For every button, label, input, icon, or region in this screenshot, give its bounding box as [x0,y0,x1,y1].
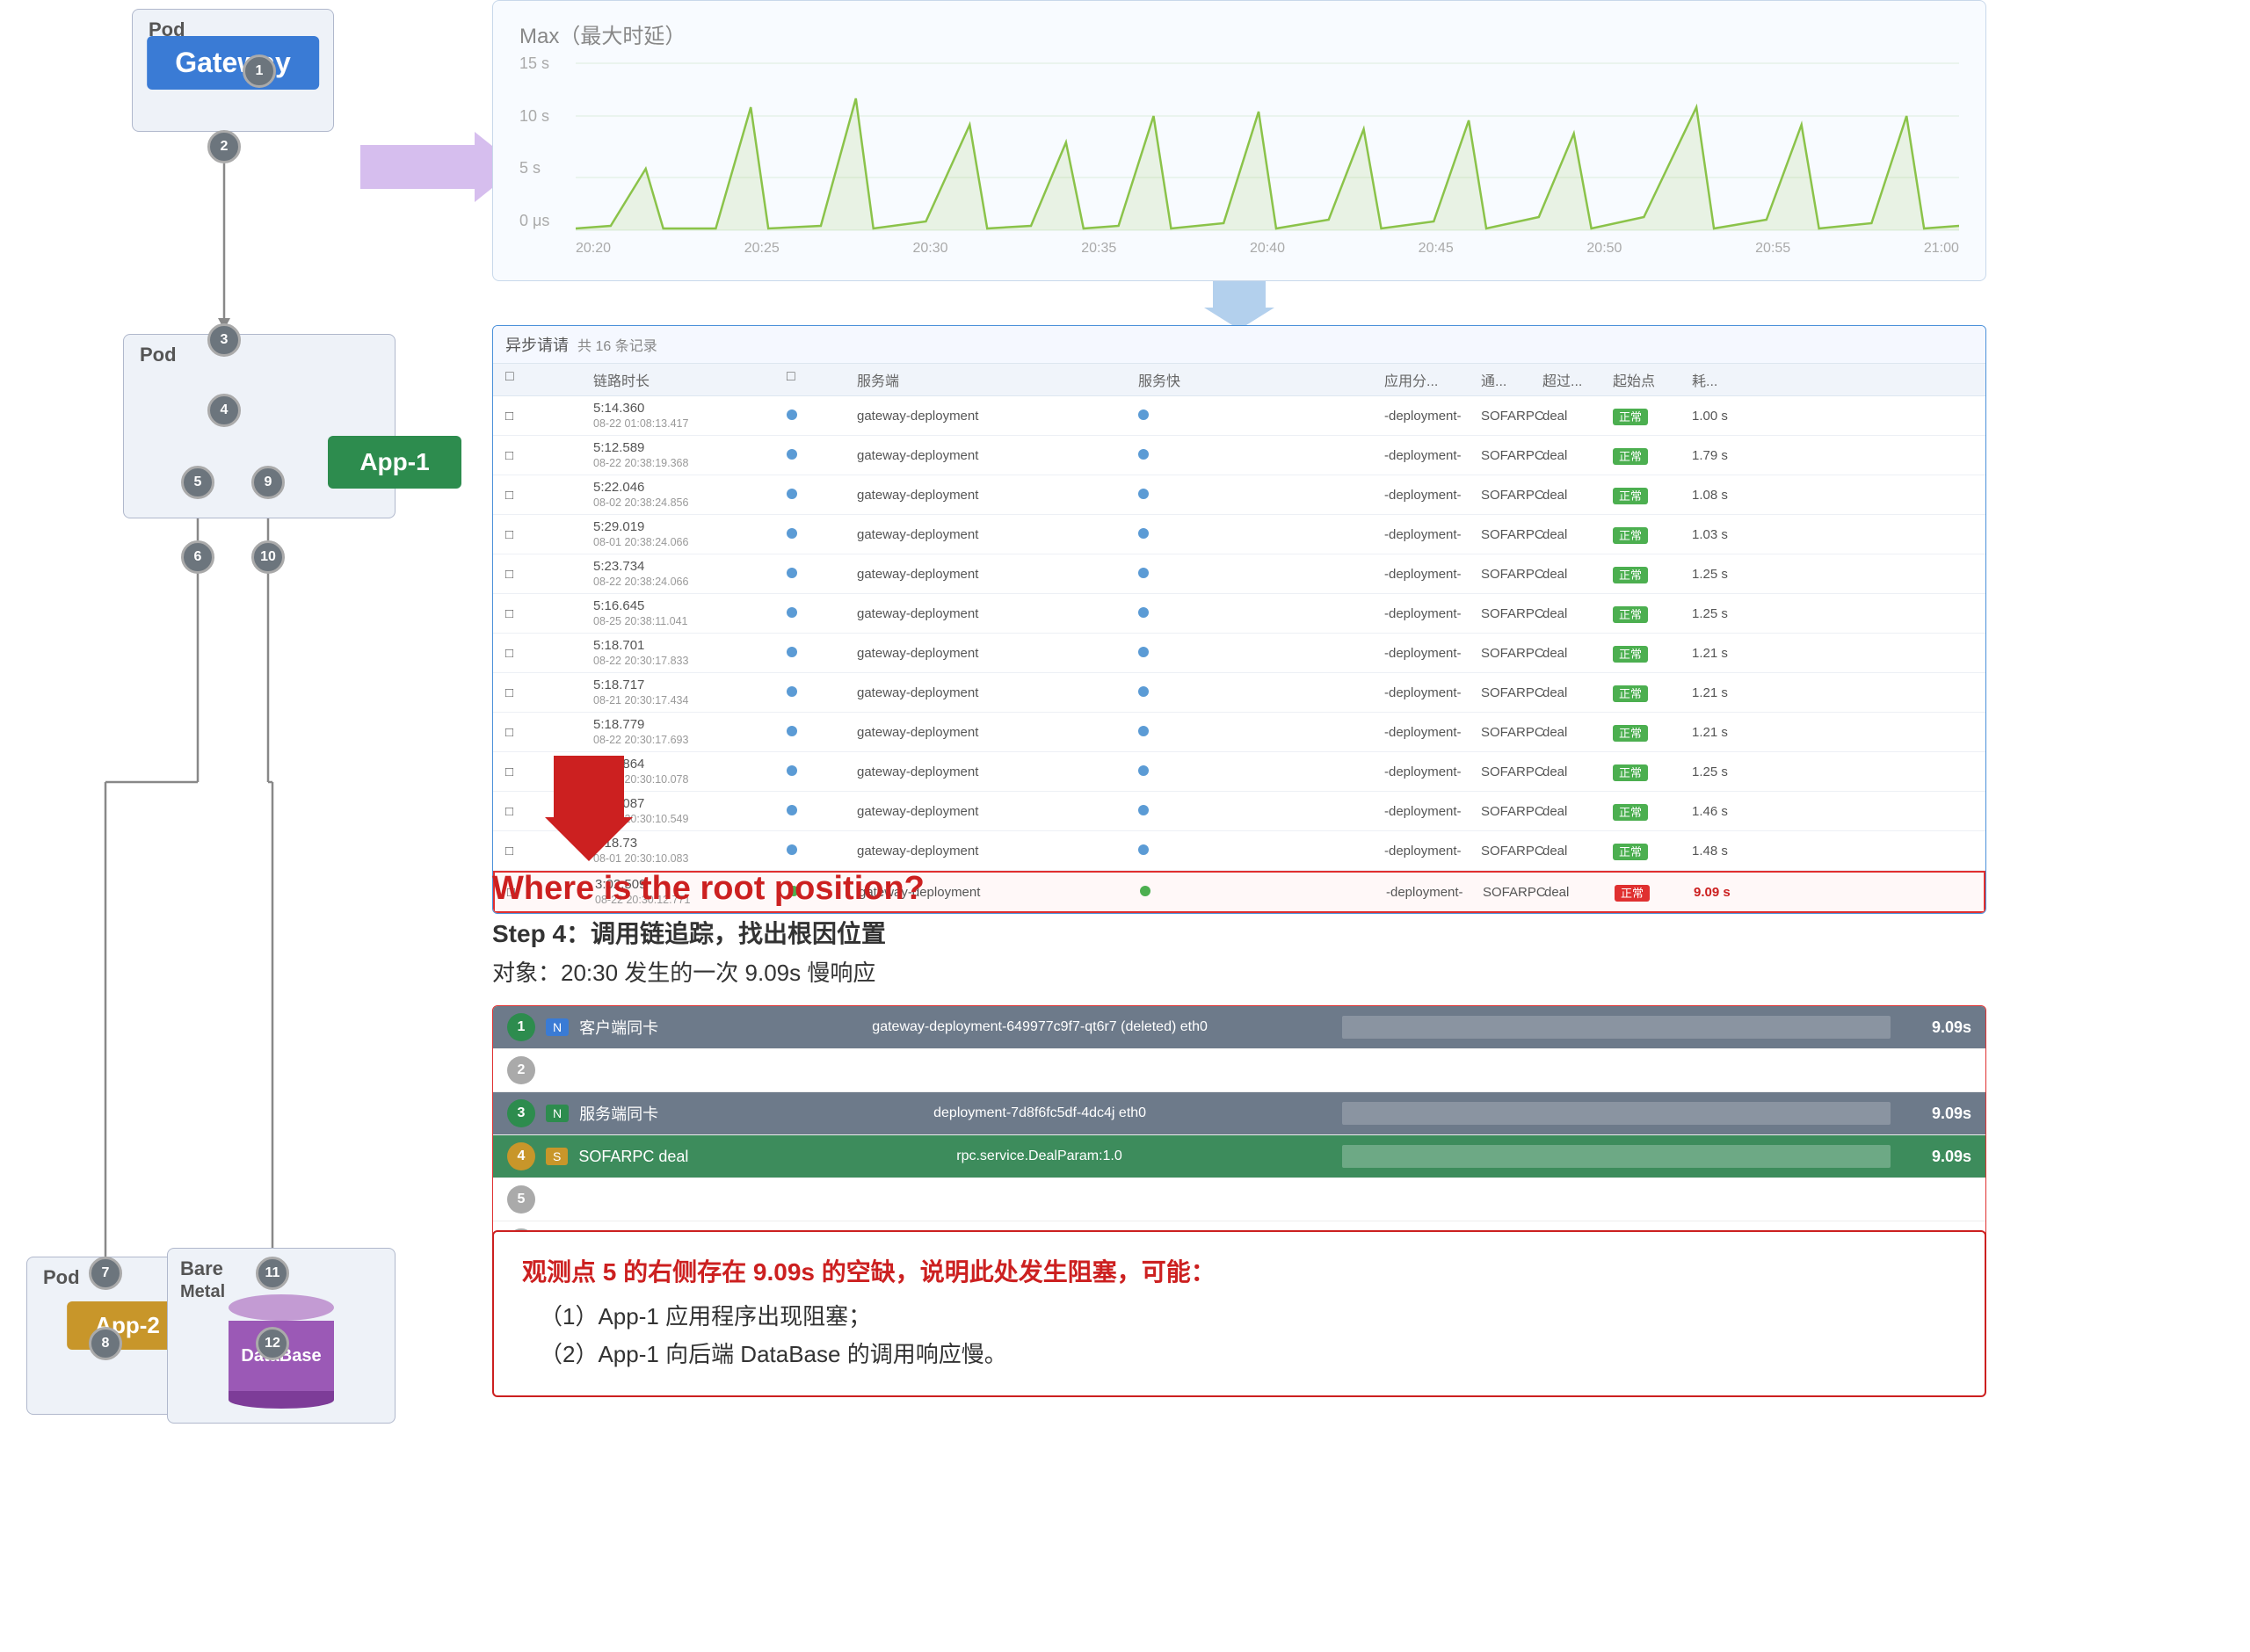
wf-name-3: 服务端同卡 [579,1102,755,1125]
node-6: 6 [181,540,214,574]
x-label-7: 20:50 [1586,241,1622,257]
node-2: 2 [207,130,241,163]
topology-panel: Pod Gateway 1 2 Pod App-1 3 4 5 6 9 10 P… [0,0,457,1652]
wf-num-3: 3 [507,1099,535,1127]
waterfall-row-2: 2 [493,1049,1985,1092]
wf-bar-2 [563,1059,1971,1082]
table-row[interactable]: □5:14.36008-22 01:08:13.417gateway-deplo… [493,396,1985,436]
wf-num-1: 1 [507,1013,535,1041]
bottom-analysis: 观测点 5 的右侧存在 9.09s 的空缺，说明此处发生阻塞，可能： （1）Ap… [492,1230,1986,1397]
wf-bar-4 [1342,1145,1891,1168]
table-row[interactable]: □5:13.08708-02 20:30:10.549gateway-deplo… [493,792,1985,831]
y-label-15: 15 s [519,54,572,73]
chart-title: Max（最大时延） [519,18,1959,49]
node-5: 5 [181,466,214,499]
root-cause-desc: 对象：20:30 发生的一次 9.09s 慢响应 [492,955,1986,988]
node-10: 10 [251,540,285,574]
trace-table-header: 异步请请 共 16 条记录 [493,326,1985,364]
waterfall-row-4: 4 S SOFARPC deal rpc.service.DealParam:1… [493,1135,1985,1178]
y-label-10: 10 s [519,107,572,126]
wf-detail-1: gateway-deployment-649977c9f7-qt6r7 (del… [766,1019,1314,1035]
trace-table-panel: 异步请请 共 16 条记录 □ 链路时长 □ 服务端 服务快 应用分... 通.… [492,325,1986,914]
x-label-6: 20:45 [1419,241,1454,257]
trace-header-title: 异步请请 [505,333,569,356]
waterfall-row-5: 5 [493,1178,1985,1221]
red-arrow-icon [545,756,633,861]
wf-tag-4: S [546,1148,568,1165]
table-row[interactable]: □5:16.64508-25 20:38:11.041gateway-deplo… [493,594,1985,634]
table-row[interactable]: □5:18.71708-21 20:30:17.434gateway-deplo… [493,673,1985,713]
waterfall-panel: 1 N 客户端同卡 gateway-deployment-649977c9f7-… [492,1005,1986,1264]
table-row[interactable]: □5:22.04608-02 20:38:24.856gateway-deplo… [493,475,1985,515]
root-cause-section: Where is the root position? Step 4：调用链追踪… [492,870,1986,1264]
node-12: 12 [256,1327,289,1360]
wf-num-2: 2 [507,1056,535,1084]
wf-name-4: SOFARPC deal [578,1148,754,1166]
wf-tag-3: N [546,1105,569,1122]
analysis-item-1: （1）App-1 应用程序出现阻塞； [540,1299,1956,1331]
table-row[interactable]: □5:18.7308-01 20:30:10.083gateway-deploy… [493,831,1985,871]
chart-panel: Max（最大时延） 0 μs 5 s 10 s 15 s [492,0,1986,281]
wf-name-1: 客户端同卡 [579,1016,755,1039]
x-label-8: 20:55 [1755,241,1790,257]
wf-num-4: 4 [507,1142,535,1170]
node-3: 3 [207,323,241,357]
pod-app1-label: Pod [140,344,177,366]
wf-duration-3: 9.09s [1901,1105,1971,1123]
waterfall-row-3: 3 N 服务端同卡 deployment-7d8f6fc5df-4dc4j et… [493,1092,1985,1135]
node-7: 7 [89,1257,122,1290]
trace-header-count: 共 16 条记录 [577,334,657,355]
table-row[interactable]: □5:18.77908-22 20:30:17.693gateway-deplo… [493,713,1985,752]
y-label-0: 0 μs [519,212,572,230]
table-row[interactable]: □5:29.01908-01 20:38:24.066gateway-deplo… [493,515,1985,554]
waterfall-row-1: 1 N 客户端同卡 gateway-deployment-649977c9f7-… [493,1006,1985,1049]
pod-app2-label: Pod [43,1266,80,1289]
wf-bar-3 [1342,1102,1891,1125]
table-row[interactable]: □5:18.70108-22 20:30:17.833gateway-deplo… [493,634,1985,673]
node-11: 11 [256,1257,289,1290]
x-label-3: 20:30 [912,241,947,257]
chart-svg [576,54,1959,239]
root-cause-step: Step 4：调用链追踪，找出根因位置 [492,915,1986,950]
bare-metal-sub: Metal [180,1282,225,1302]
right-panel: Max（最大时延） 0 μs 5 s 10 s 15 s [475,0,2215,1652]
x-label-2: 20:25 [744,241,780,257]
pod-gateway: Pod Gateway [132,9,334,132]
wf-bar-1 [1342,1016,1891,1039]
x-label-9: 21:00 [1924,241,1959,257]
analysis-item-2: （2）App-1 向后端 DataBase 的调用响应慢。 [540,1337,1956,1369]
analysis-prefix: 观测点 5 的右侧存在 9.09s 的空缺，说明此处发生阻塞，可能： [522,1253,1956,1288]
x-label-5: 20:40 [1250,241,1285,257]
wf-tag-1: N [546,1018,569,1036]
chart-to-table-arrow [1204,281,1274,330]
root-cause-title: Where is the root position? [492,870,1986,908]
wf-detail-3: deployment-7d8f6fc5df-4dc4j eth0 [766,1105,1314,1121]
wf-num-5: 5 [507,1185,535,1214]
wf-duration-4: 9.09s [1901,1148,1971,1166]
x-label-1: 20:20 [576,241,611,257]
node-8: 8 [89,1327,122,1360]
wf-duration-1: 9.09s [1901,1018,1971,1037]
x-label-4: 20:35 [1081,241,1116,257]
chart-area: 0 μs 5 s 10 s 15 s 20:20 20:25 [519,54,1959,257]
bare-metal-label: Bare [180,1257,223,1280]
node-9: 9 [251,466,285,499]
node-1: 1 [243,54,276,88]
y-label-5: 5 s [519,159,572,178]
gateway-button[interactable]: Gateway [147,36,319,90]
table-row[interactable]: □5:14.86408-22 20:30:10.078gateway-deplo… [493,752,1985,792]
app1-button[interactable]: App-1 [328,436,461,489]
trace-col-headers: □ 链路时长 □ 服务端 服务快 应用分... 通... 超过... 起始点 耗… [493,364,1985,396]
table-row[interactable]: □5:12.58908-22 20:38:19.368gateway-deplo… [493,436,1985,475]
table-row[interactable]: □5:23.73408-22 20:38:24.066gateway-deplo… [493,554,1985,594]
node-4: 4 [207,394,241,427]
wf-detail-4: rpc.service.DealParam:1.0 [765,1148,1313,1164]
